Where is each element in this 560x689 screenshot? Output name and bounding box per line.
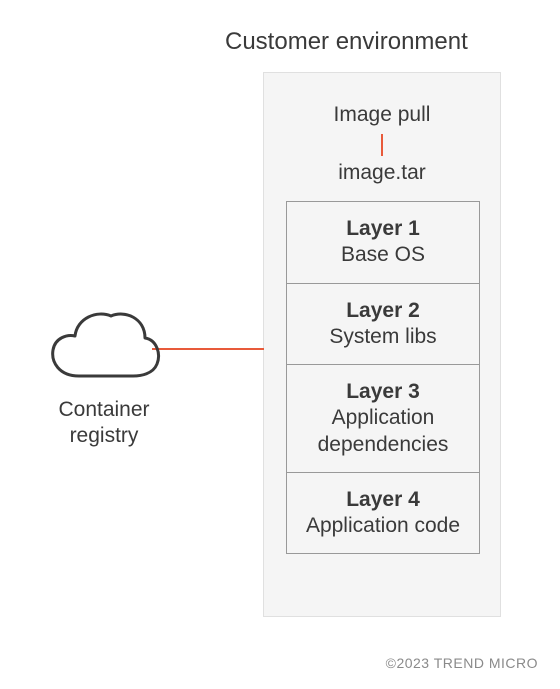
layer-row: Layer 3 Application dependencies xyxy=(287,365,479,473)
cloud-label-line: Container xyxy=(58,398,149,421)
layer-row: Layer 1 Base OS xyxy=(287,202,479,284)
layer-name: Layer 3 xyxy=(297,379,469,405)
layer-row: Layer 2 System libs xyxy=(287,284,479,366)
layer-desc: System libs xyxy=(297,324,469,350)
copyright: ©2023 TREND MICRO xyxy=(386,655,538,671)
container-registry: Container registry xyxy=(34,304,174,450)
layer-desc: Application dependencies xyxy=(297,405,469,458)
layer-name: Layer 4 xyxy=(297,487,469,513)
layers-table: Layer 1 Base OS Layer 2 System libs Laye… xyxy=(286,201,480,554)
layer-desc: Application code xyxy=(297,513,469,539)
image-pull-label: Image pull xyxy=(264,103,500,127)
layer-name: Layer 2 xyxy=(297,298,469,324)
layer-desc: Base OS xyxy=(297,242,469,268)
image-tar-label: image.tar xyxy=(264,161,500,185)
layer-row: Layer 4 Application code xyxy=(287,473,479,554)
cloud-label: Container registry xyxy=(34,397,174,450)
layer-name: Layer 1 xyxy=(297,216,469,242)
cloud-label-line: registry xyxy=(70,424,139,447)
header-title: Customer environment xyxy=(225,28,468,56)
connector-vertical xyxy=(381,134,383,156)
cloud-icon xyxy=(45,304,163,382)
customer-environment-box: Image pull image.tar Layer 1 Base OS Lay… xyxy=(263,72,501,617)
